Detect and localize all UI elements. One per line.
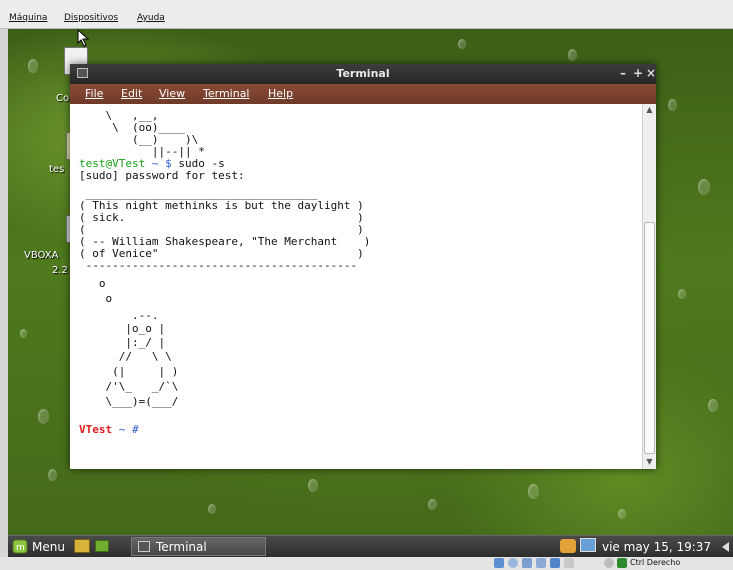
terminal-menubar: File Edit View Terminal Help [70, 84, 656, 104]
minimize-button[interactable]: – [620, 66, 626, 80]
usb-icon[interactable] [522, 558, 532, 568]
taskbar-window-label: Terminal [156, 540, 207, 554]
terminal-line: |o_o | [79, 322, 166, 335]
mint-menu-icon: m [12, 539, 28, 554]
menu-dispositivos[interactable]: Dispositivos [64, 13, 118, 23]
terminal-output[interactable]: \ ,__, \ (oo)____ (__) )\ ||--|| * test@… [70, 104, 642, 469]
file-manager-icon[interactable] [74, 539, 90, 553]
desktop-icon-label: Co [56, 93, 70, 104]
desktop-icon-label: VBOXA [24, 250, 59, 261]
volume-icon[interactable] [722, 542, 729, 552]
terminal-line: (| | ) [79, 365, 179, 378]
mouse-integration-icon[interactable] [604, 558, 614, 568]
scroll-down-icon[interactable]: ▼ [643, 456, 656, 468]
menu-help[interactable]: Help [268, 87, 293, 100]
guest-desktop: Co tes VBOXA 2.2 Terminal – + × File Edi… [8, 29, 733, 557]
hostkey-icon [617, 558, 627, 568]
window-title: Terminal [336, 67, 390, 80]
hostkey-label: Ctrl Derecho [630, 558, 681, 567]
vbox-menubar: Máquina Dispositivos Ayuda [0, 0, 733, 29]
network-icon[interactable] [560, 539, 576, 553]
vbox-statusbar: Ctrl Derecho [0, 557, 733, 570]
terminal-line: ----------------------------------------… [79, 259, 358, 272]
desktop-icon-label: tes [49, 164, 65, 175]
menu-edit[interactable]: Edit [121, 87, 142, 100]
terminal-window: Terminal – + × File Edit View Terminal H… [70, 64, 656, 469]
terminal-line: o [79, 292, 113, 305]
guest-taskbar: m Menu Terminal vie may 15, 19:37 [8, 535, 733, 557]
network-adapter-icon[interactable] [550, 558, 560, 568]
shared-folder-icon[interactable] [536, 558, 546, 568]
terminal-line: \___)=(___/ [79, 395, 179, 408]
taskbar-terminal-button[interactable]: Terminal [131, 537, 266, 556]
desktop-icon-label: 2.2 [52, 265, 68, 276]
svg-text:m: m [16, 543, 25, 553]
close-button[interactable]: × [646, 66, 656, 80]
menu-button[interactable]: Menu [32, 540, 65, 554]
clock[interactable]: vie may 15, 19:37 [602, 540, 711, 554]
show-desktop-icon[interactable] [95, 540, 109, 552]
terminal-scrollbar[interactable]: ▲ ▼ [642, 104, 656, 469]
cd-icon[interactable] [508, 558, 518, 568]
scroll-thumb[interactable] [644, 222, 655, 454]
prompt-path: ~ # [112, 423, 139, 436]
mouse-pointer-icon [77, 29, 90, 47]
terminal-line: // \ \ [79, 350, 172, 363]
display-icon[interactable] [580, 538, 596, 552]
menu-maquina[interactable]: Máquina [9, 13, 47, 23]
scroll-up-icon[interactable]: ▲ [643, 104, 656, 116]
menu-file[interactable]: File [85, 87, 103, 100]
display-status-icon[interactable] [564, 558, 574, 568]
terminal-line: .--. [79, 309, 159, 322]
terminal-line: o [79, 277, 106, 290]
terminal-line: /'\_ _/`\ [79, 380, 179, 393]
maximize-button[interactable]: + [633, 66, 643, 80]
terminal-prompt-line: VTest ~ # [79, 424, 139, 436]
terminal-line: |:_/ | [79, 336, 166, 349]
menu-ayuda[interactable]: Ayuda [137, 13, 165, 23]
terminal-titlebar[interactable]: Terminal – + × [70, 64, 656, 84]
menu-view[interactable]: View [159, 87, 185, 100]
menu-terminal[interactable]: Terminal [203, 87, 250, 100]
prompt-host: VTest [79, 423, 113, 436]
hdd-icon[interactable] [494, 558, 504, 568]
terminal-line: [sudo] password for test: [79, 169, 245, 182]
terminal-app-icon [138, 541, 150, 552]
